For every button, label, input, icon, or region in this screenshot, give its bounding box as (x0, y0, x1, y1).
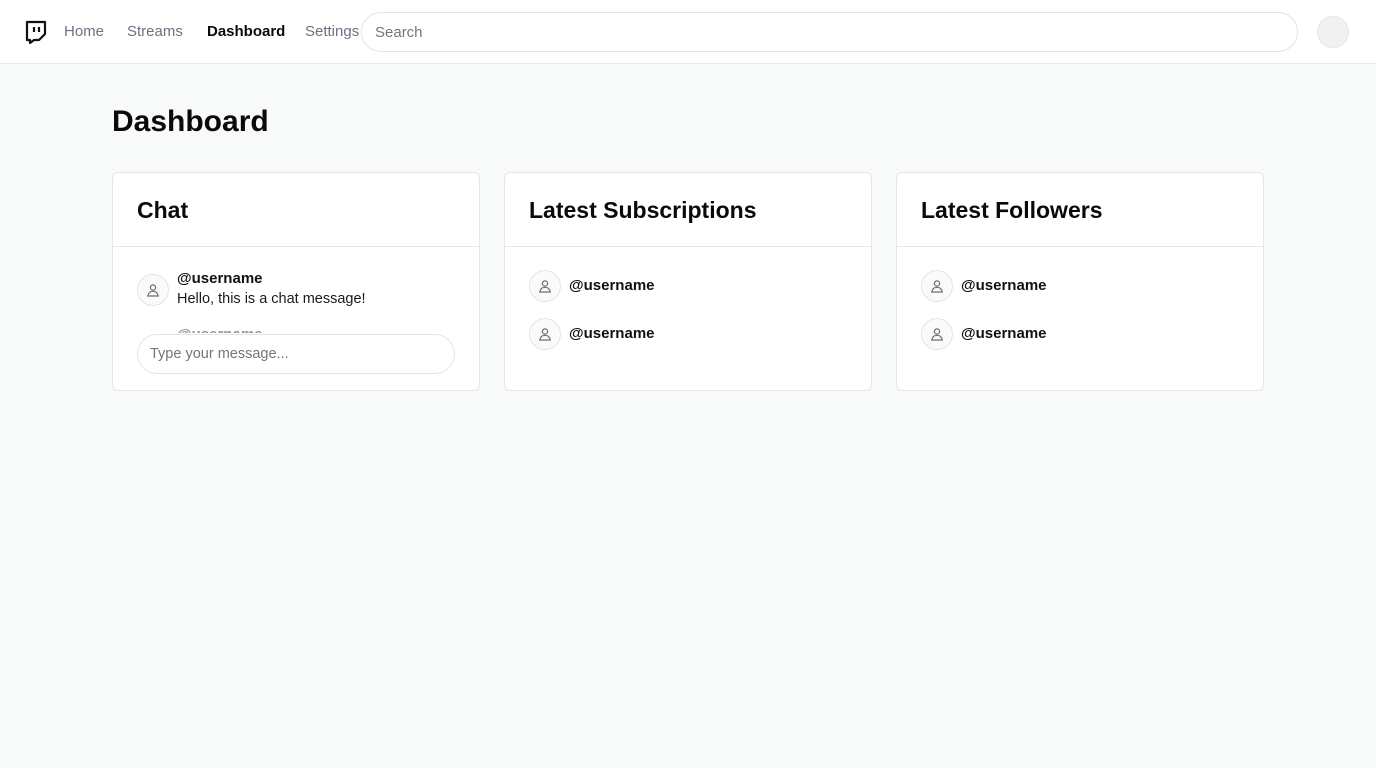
page-title: Dashboard (112, 105, 269, 138)
top-navigation-bar: Home Streams Dashboard Settings (0, 0, 1376, 64)
nav-link-streams[interactable]: Streams (127, 22, 183, 42)
chat-message-username: @username (177, 325, 263, 333)
chat-message-input[interactable] (137, 334, 455, 374)
chat-card: Chat @username Hello, this is a chat mes… (112, 172, 480, 391)
subscriptions-card: Latest Subscriptions @username @username (504, 172, 872, 391)
user-icon (921, 318, 953, 350)
subscriber-username: @username (569, 325, 655, 342)
subscriber-username: @username (569, 277, 655, 294)
chat-message-list[interactable]: @username Hello, this is a chat message!… (113, 247, 479, 333)
user-avatar-button[interactable] (1317, 16, 1349, 48)
user-icon (529, 318, 561, 350)
followers-card-header: Latest Followers (897, 173, 1263, 247)
nav-link-settings[interactable]: Settings (305, 22, 359, 42)
chat-card-header: Chat (113, 173, 479, 247)
nav-link-dashboard[interactable]: Dashboard (207, 22, 285, 42)
chat-message-text: Hello, this is a chat message! (177, 291, 366, 307)
user-icon (137, 274, 169, 306)
user-icon (529, 270, 561, 302)
follower-username: @username (961, 325, 1047, 342)
subscriptions-card-header: Latest Subscriptions (505, 173, 871, 247)
subscriptions-title: Latest Subscriptions (529, 197, 757, 223)
followers-card: Latest Followers @username @username (896, 172, 1264, 391)
follower-username: @username (961, 277, 1047, 294)
user-icon (921, 270, 953, 302)
chat-message-username: @username (177, 270, 263, 287)
twitch-logo-icon[interactable] (25, 20, 47, 45)
nav-link-home[interactable]: Home (64, 22, 104, 42)
search-input[interactable] (361, 12, 1298, 52)
chat-title: Chat (137, 197, 189, 223)
followers-title: Latest Followers (921, 197, 1103, 223)
